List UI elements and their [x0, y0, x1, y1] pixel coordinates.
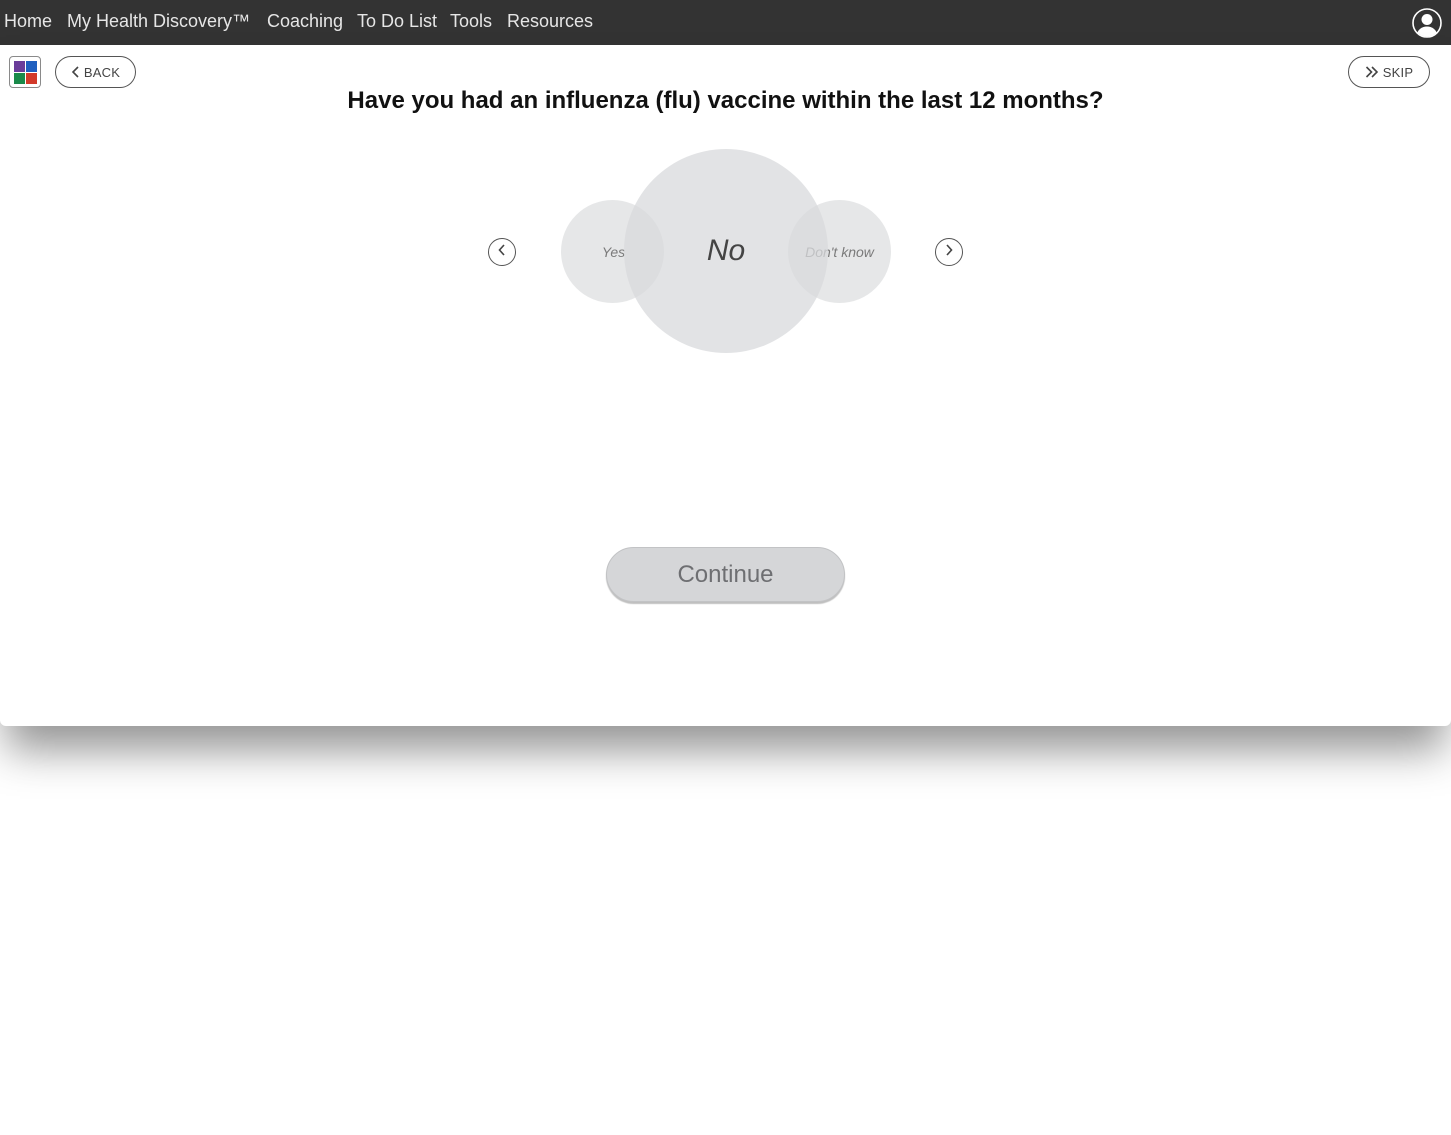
user-avatar-icon[interactable]: [1412, 8, 1442, 38]
back-button[interactable]: BACK: [55, 56, 136, 88]
question-title: Have you had an influenza (flu) vaccine …: [347, 87, 1104, 114]
double-chevron-right-icon: [1365, 66, 1379, 78]
chevron-left-icon: [497, 243, 507, 261]
top-nav-bar: Home My Health Discovery™ Coaching To Do…: [0, 0, 1451, 45]
chevron-right-icon: [944, 243, 954, 261]
back-button-label: BACK: [83, 64, 121, 80]
grid-square-purple: [14, 61, 25, 72]
nav-to-do-list-link[interactable]: To Do List: [357, 11, 437, 32]
skip-button-label: SKIP: [1382, 64, 1414, 80]
chevron-left-icon: [71, 66, 80, 78]
option-no-selected[interactable]: No: [624, 149, 828, 353]
continue-button[interactable]: Continue: [606, 547, 845, 602]
grid-square-red: [26, 73, 37, 84]
skip-button[interactable]: SKIP: [1348, 56, 1430, 88]
previous-option-button[interactable]: [488, 238, 516, 266]
grid-square-green: [14, 73, 25, 84]
nav-my-health-discovery-link[interactable]: My Health Discovery™: [67, 11, 250, 32]
nav-resources-link[interactable]: Resources: [507, 11, 593, 32]
grid-square-blue: [26, 61, 37, 72]
nav-coaching-link[interactable]: Coaching: [267, 11, 343, 32]
next-option-button[interactable]: [935, 238, 963, 266]
app-grid-icon[interactable]: [9, 56, 41, 88]
nav-tools-link[interactable]: Tools: [450, 11, 492, 32]
nav-home-link[interactable]: Home: [4, 11, 52, 32]
question-card: BACK SKIP Have you had an influenza (flu…: [0, 45, 1451, 726]
